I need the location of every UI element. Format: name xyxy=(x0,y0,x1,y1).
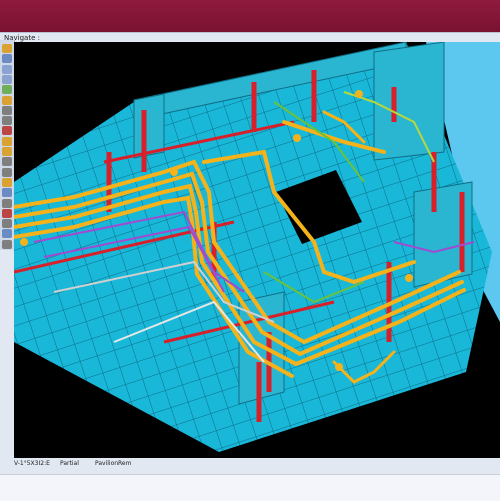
model-render xyxy=(14,42,500,452)
bottom-bar xyxy=(0,474,500,501)
box-icon[interactable] xyxy=(2,147,12,156)
annotate-icon[interactable] xyxy=(2,219,12,229)
clash-icon[interactable] xyxy=(2,208,12,218)
zoom-out-icon[interactable] xyxy=(2,74,12,84)
select-icon[interactable] xyxy=(2,44,12,53)
section-icon[interactable] xyxy=(2,126,12,136)
save-view-icon[interactable] xyxy=(2,229,12,239)
fit-icon[interactable] xyxy=(2,95,12,105)
hide-icon[interactable] xyxy=(2,157,12,167)
rotate-icon[interactable] xyxy=(2,85,12,95)
walk-icon[interactable] xyxy=(2,105,12,115)
pan-icon[interactable] xyxy=(2,54,12,64)
status-field-2: Partial xyxy=(60,460,79,467)
zoom-in-icon[interactable] xyxy=(2,64,12,74)
layer-icon[interactable] xyxy=(2,188,12,198)
status-coordinates: V-1°5X3I2:E xyxy=(14,460,50,467)
status-bar: V-1°5X3I2:E Partial Pavilion Rem xyxy=(0,458,500,468)
window-title-bar xyxy=(0,0,500,32)
status-field-3: Pavilion xyxy=(95,460,119,467)
look-icon[interactable] xyxy=(2,116,12,126)
settings-icon[interactable] xyxy=(2,198,12,208)
home-icon[interactable] xyxy=(2,239,12,249)
3d-model-viewport[interactable] xyxy=(14,42,500,462)
camera-icon[interactable] xyxy=(2,167,12,177)
light-icon[interactable] xyxy=(2,177,12,187)
measure-icon[interactable] xyxy=(2,136,12,146)
tool-palette xyxy=(0,40,15,250)
status-field-4: Rem xyxy=(118,460,132,467)
